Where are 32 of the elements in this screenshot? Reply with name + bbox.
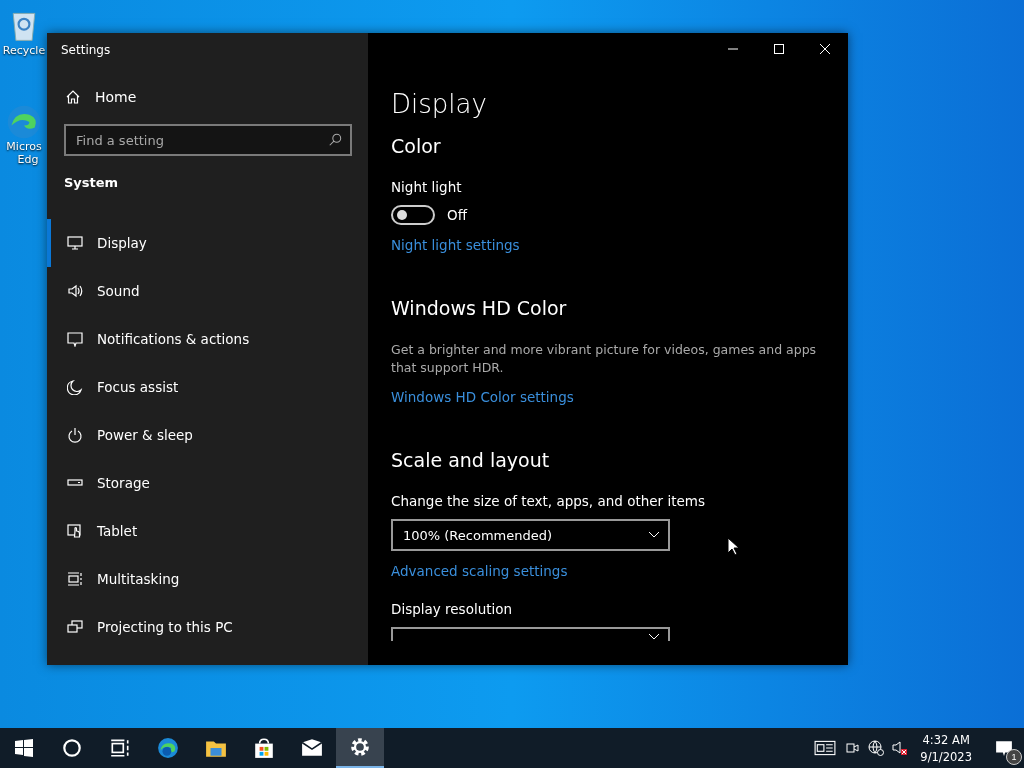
icon-label: Micros [6,140,42,153]
setting-label: Change the size of text, apps, and other items [391,493,706,509]
window-title: Settings [60,42,112,59]
settings-link[interactable]: Advanced scaling settings [391,563,568,579]
setting-label: Night light [391,179,463,195]
section-heading: Windows HD Color [391,297,568,319]
settings-link[interactable]: Night light settings [391,237,520,253]
settings-link[interactable]: Windows HD Color settings [391,389,574,405]
sidebar-item[interactable]: Power & sleep [47,411,368,459]
sidebar-item[interactable]: Storage [47,459,368,507]
notifications-button[interactable]: 1 [984,728,1024,768]
icon-label: Recycle [2,44,46,57]
section-heading: Scale and layout [391,449,551,471]
sidebar-item[interactable]: Sound [47,267,368,315]
dropdown[interactable]: 100% (Recommended) [391,519,670,551]
sidebar-item[interactable]: Projecting to this PC [47,603,368,651]
page-title: Display [391,89,488,119]
setting-label: Display resolution [391,601,514,617]
description-text: Get a brighter and more vibrant picture for videos, games and apps that support HDR. [391,341,818,377]
section-heading: System [63,174,120,190]
sidebar-item[interactable]: Focus assist [47,363,368,411]
home-link[interactable]: Home [47,63,368,105]
notification-count: 1 [1006,749,1022,765]
sidebar-item[interactable]: Tablet [47,507,368,555]
clock-time[interactable]: 4:32 AM [922,732,970,747]
toggle-state: Off [447,207,467,223]
section-heading: Color [391,135,442,157]
search-field[interactable]: Find a setting [64,124,352,156]
clock-date[interactable]: 9/1/2023 [920,749,972,764]
sidebar-item[interactable]: Notifications & actions [47,315,368,363]
icon-label: Edg [17,153,39,166]
sidebar-item[interactable]: Multitasking [47,555,368,603]
